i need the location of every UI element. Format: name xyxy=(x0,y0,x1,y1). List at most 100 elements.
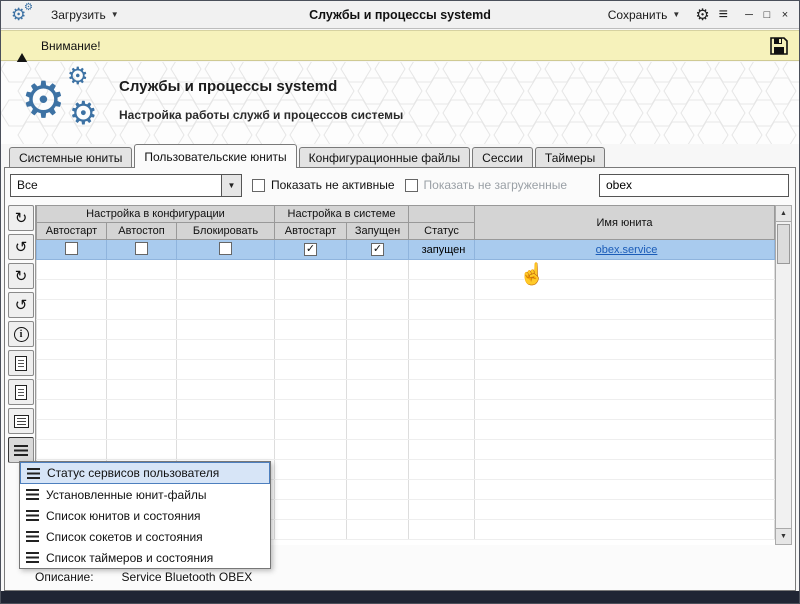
file-icon xyxy=(15,356,27,371)
group-header-blank xyxy=(409,206,475,223)
tab-config-files[interactable]: Конфигурационные файлы xyxy=(299,147,470,168)
table-row-empty xyxy=(37,260,775,280)
close-button[interactable]: × xyxy=(777,7,793,23)
column-header-running[interactable]: Запущен xyxy=(347,223,409,240)
reload-daemon-button[interactable]: ↺ xyxy=(8,234,34,260)
scroll-up-button[interactable]: ▲ xyxy=(776,206,791,222)
table-row-empty xyxy=(37,440,775,460)
chevron-down-icon[interactable]: ▼ xyxy=(221,175,241,196)
warning-label: Внимание! xyxy=(41,39,101,53)
app-window: ⚙ ⚙ Загрузить ▼ Службы и процессы system… xyxy=(0,0,800,604)
app-logo-gears-icon: ⚙ ⚙ ⚙ xyxy=(21,64,121,144)
list-icon xyxy=(26,552,39,563)
table-row-empty xyxy=(37,340,775,360)
menu-item-sockets-and-states[interactable]: Список сокетов и состояния xyxy=(20,526,270,547)
menu-item-timers-and-states[interactable]: Список таймеров и состояния xyxy=(20,547,270,568)
filter-row: Все ▼ Показать не активные Показать не з… xyxy=(10,173,789,197)
refresh-icon: ↻ xyxy=(15,209,28,227)
table-row-empty xyxy=(37,300,775,320)
show-inactive-checkbox-group[interactable]: Показать не активные xyxy=(252,178,395,192)
table-row-empty xyxy=(37,280,775,300)
show-unloaded-label: Показать не загруженные xyxy=(424,178,567,192)
table-row-empty xyxy=(37,360,775,380)
table-row-obex[interactable]: ✓ ✓ запущен obex.service xyxy=(37,240,775,260)
checkbox-block[interactable] xyxy=(219,242,232,255)
table-row-empty xyxy=(37,380,775,400)
column-header-autostop[interactable]: Автостоп xyxy=(107,223,177,240)
show-inactive-checkbox[interactable] xyxy=(252,179,265,192)
hamburger-menu-icon[interactable]: ≡ xyxy=(719,6,728,24)
list-icon xyxy=(26,531,39,542)
refresh-button[interactable]: ↻ xyxy=(8,205,34,231)
description-label: Описание: xyxy=(35,570,94,584)
vertical-scrollbar[interactable]: ▲ ▼ xyxy=(775,205,792,545)
edit-file-button[interactable] xyxy=(8,379,34,405)
status-list-button[interactable] xyxy=(8,437,34,463)
table-row-empty xyxy=(37,420,775,440)
context-menu: Статус сервисов пользователя Установленн… xyxy=(19,461,271,569)
list-icon xyxy=(26,510,39,521)
file-edit-icon xyxy=(15,385,27,400)
info-button[interactable]: i xyxy=(8,321,34,347)
show-unloaded-checkbox[interactable] xyxy=(405,179,418,192)
menu-item-installed-unit-files[interactable]: Установленные юнит-файлы xyxy=(20,484,270,505)
group-header-config: Настройка в конфигурации xyxy=(37,206,275,223)
description-row: Описание: Service Bluetooth OBEX xyxy=(35,570,252,584)
list-icon xyxy=(14,445,28,456)
maximize-button[interactable]: □ xyxy=(759,7,775,23)
scrollbar-thumb[interactable] xyxy=(777,224,790,264)
unit-name-link[interactable]: obex.service xyxy=(596,244,658,256)
window-controls: ─ □ × xyxy=(741,7,793,23)
load-button-label: Загрузить xyxy=(51,8,106,22)
reload-icon: ↺ xyxy=(15,238,28,256)
scope-dropdown[interactable]: Все ▼ xyxy=(10,174,242,197)
dropdown-arrow-icon: ▼ xyxy=(672,10,680,19)
scope-dropdown-value: Все xyxy=(11,175,221,196)
tab-sessions[interactable]: Сессии xyxy=(472,147,533,168)
warning-bar: ! Внимание! xyxy=(1,30,799,61)
group-header-system: Настройка в системе xyxy=(275,206,409,223)
save-button[interactable]: Сохранить ▼ xyxy=(602,5,687,25)
undo-icon: ↺ xyxy=(15,296,28,314)
app-gears-icon: ⚙ ⚙ xyxy=(11,4,35,26)
tab-bar: Системные юниты Пользовательские юниты К… xyxy=(1,144,799,168)
save-file-icon[interactable] xyxy=(769,36,789,56)
description-value: Service Bluetooth OBEX xyxy=(122,570,253,584)
tab-timers[interactable]: Таймеры xyxy=(535,147,605,168)
menu-item-user-services-status[interactable]: Статус сервисов пользователя xyxy=(20,462,270,484)
journal-button[interactable] xyxy=(8,408,34,434)
unit-file-button[interactable] xyxy=(8,350,34,376)
info-icon: i xyxy=(14,327,29,342)
show-unloaded-checkbox-group[interactable]: Показать не загруженные xyxy=(405,178,567,192)
menu-item-units-and-states[interactable]: Список юнитов и состояния xyxy=(20,505,270,526)
column-header-autostart-system[interactable]: Автостарт xyxy=(275,223,347,240)
undo-button[interactable]: ↺ xyxy=(8,292,34,318)
search-input[interactable] xyxy=(599,174,789,197)
settings-gear-icon[interactable]: ⚙ xyxy=(695,5,709,25)
restart-unit-button[interactable]: ↻ xyxy=(8,263,34,289)
status-cell: запущен xyxy=(409,240,475,260)
warning-triangle-icon: ! xyxy=(11,36,33,55)
minimize-button[interactable]: ─ xyxy=(741,7,757,23)
journal-icon xyxy=(14,415,29,428)
table-row-empty xyxy=(37,320,775,340)
mouse-cursor-hand-icon: ☝ xyxy=(519,263,545,287)
load-button[interactable]: Загрузить ▼ xyxy=(45,5,125,25)
scroll-down-button[interactable]: ▼ xyxy=(776,528,791,544)
tab-user-units[interactable]: Пользовательские юниты xyxy=(134,144,296,168)
page-title: Службы и процессы systemd xyxy=(119,78,337,95)
checkbox-config-autostart[interactable] xyxy=(65,242,78,255)
column-header-autostart-config[interactable]: Автостарт xyxy=(37,223,107,240)
list-icon xyxy=(27,468,40,479)
checkbox-running[interactable]: ✓ xyxy=(371,243,384,256)
checkbox-system-autostart[interactable]: ✓ xyxy=(304,243,317,256)
checkbox-autostop[interactable] xyxy=(135,242,148,255)
table-row-empty xyxy=(37,400,775,420)
tab-system-units[interactable]: Системные юниты xyxy=(9,147,132,168)
titlebar: ⚙ ⚙ Загрузить ▼ Службы и процессы system… xyxy=(1,1,799,29)
list-icon xyxy=(26,489,39,500)
column-header-block[interactable]: Блокировать xyxy=(177,223,275,240)
column-header-unit-name[interactable]: Имя юнита xyxy=(475,206,775,240)
app-header: ⚙ ⚙ ⚙ Службы и процессы systemd Настройк… xyxy=(1,62,799,144)
column-header-status[interactable]: Статус xyxy=(409,223,475,240)
